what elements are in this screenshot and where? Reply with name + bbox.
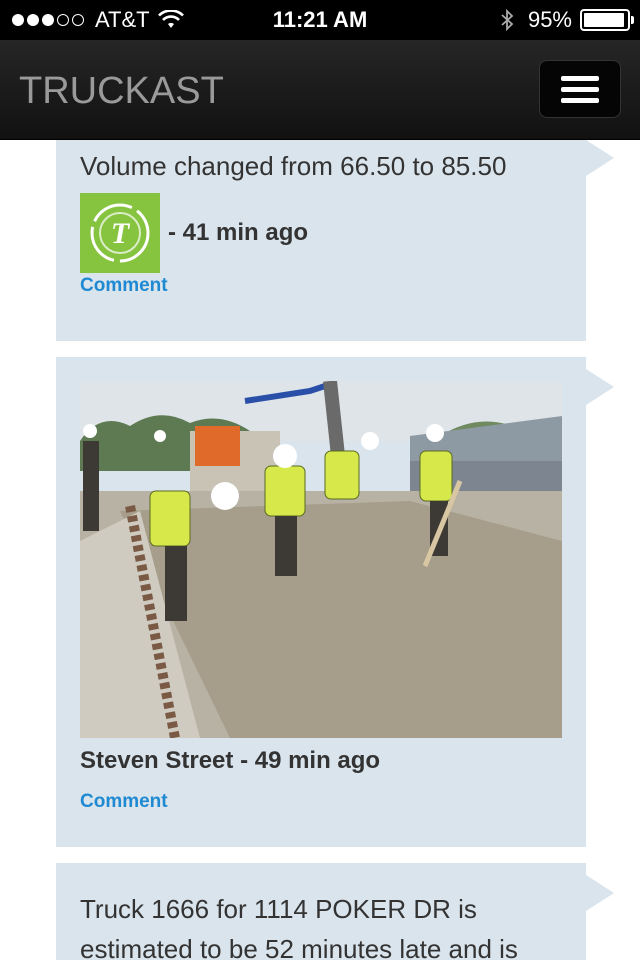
- feed-time: - 41 min ago: [168, 219, 309, 246]
- battery-percent: 95%: [527, 7, 572, 32]
- battery-icon: [580, 9, 634, 31]
- concrete-pour-photo: [80, 381, 562, 738]
- feed-item: Volume changed from 66.50 to 85.50 T - 4…: [56, 140, 614, 341]
- svg-text:T: T: [111, 217, 131, 250]
- comment-link[interactable]: Comment: [80, 791, 168, 813]
- status-bar: AT&T 11:21 AM 95%: [0, 0, 640, 40]
- bluetooth-icon: [501, 8, 514, 32]
- truckast-logo-icon: T: [90, 203, 150, 263]
- hamburger-menu-icon: [561, 75, 599, 81]
- feed-message: Truck 1666 for 1114 POKER DR is estimate…: [80, 894, 518, 960]
- feed-message: Volume changed from 66.50 to 85.50: [80, 151, 507, 181]
- activity-feed: Volume changed from 66.50 to 85.50 T - 4…: [0, 140, 640, 960]
- comment-link[interactable]: Comment: [80, 275, 168, 297]
- menu-toggle-button[interactable]: [539, 60, 621, 118]
- avatar: T: [80, 193, 160, 273]
- feed-item: Steven Street - 49 min ago Comment: [56, 357, 614, 847]
- brand-logo[interactable]: TRUCKAST: [19, 70, 224, 113]
- feed-item: Truck 1666 for 1114 POKER DR is estimate…: [56, 863, 614, 960]
- status-right: 95%: [500, 7, 634, 33]
- navbar: TRUCKAST: [0, 40, 640, 140]
- feed-photo[interactable]: [80, 381, 562, 738]
- feed-author-time: Steven Street - 49 min ago: [80, 747, 381, 774]
- feed-meta: T - 41 min ago: [80, 193, 308, 273]
